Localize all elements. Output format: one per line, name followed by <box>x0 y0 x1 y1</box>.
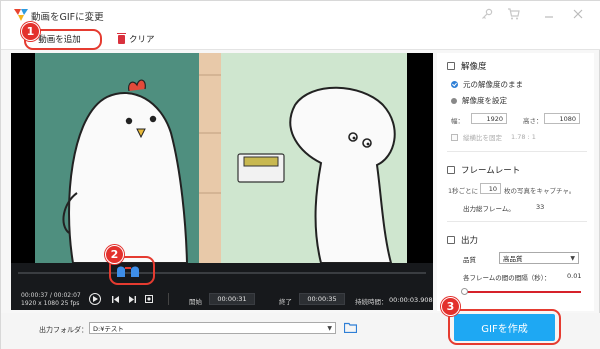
output-folder-select[interactable]: D:¥テスト ▼ <box>89 322 336 334</box>
close-icon[interactable] <box>570 7 586 21</box>
previous-frame-button[interactable] <box>111 295 119 303</box>
divider <box>168 293 169 305</box>
chevron-down-icon: ▼ <box>570 255 575 262</box>
aspect-value: 1.78 : 1 <box>511 133 536 141</box>
key-icon[interactable] <box>479 7 495 21</box>
framerate-title: フレームレート <box>461 166 521 176</box>
fps-suffix: 枚の写真をキャプチャ。 <box>504 187 576 195</box>
height-label: 高さ： <box>523 117 543 125</box>
width-input[interactable]: 1920 <box>471 113 507 124</box>
title-bar: 動画をGIFに変更 <box>1 1 600 28</box>
cart-icon[interactable] <box>505 7 521 21</box>
interval-value: 0.01 <box>567 272 582 280</box>
set-resolution-radio[interactable]: 解像度を設定 <box>451 95 507 106</box>
divider <box>447 221 587 222</box>
quality-label: 品質 <box>463 256 476 264</box>
skip-forward-icon <box>128 295 136 303</box>
divider <box>447 151 587 152</box>
app-logo-icon <box>14 9 28 21</box>
create-gif-button[interactable]: GIFを作成 <box>454 314 555 341</box>
video-frame-illustration <box>11 53 433 263</box>
camera-icon <box>144 294 153 303</box>
resolution-section-title: 解像度 <box>447 60 487 72</box>
minimize-icon[interactable] <box>541 7 557 21</box>
play-icon <box>93 296 98 302</box>
framerate-section-title: フレームレート <box>447 164 520 176</box>
trash-icon <box>117 32 126 44</box>
player-controls: 00:00:37 / 00:02:07 1920 x 1080 25 fps 開… <box>11 263 433 310</box>
output-icon <box>447 236 455 244</box>
time-display: 00:00:37 / 00:02:07 <box>21 292 81 299</box>
interval-slider-knob[interactable] <box>461 288 468 295</box>
start-time-input[interactable]: 00:00:31 <box>209 293 255 305</box>
film-icon <box>447 166 455 174</box>
callout-badge-2: 2 <box>105 245 124 264</box>
fps-prefix: 1秒ごとに <box>448 187 479 195</box>
window-title: 動画をGIFに変更 <box>31 12 104 23</box>
clear-button[interactable]: クリア <box>117 32 155 46</box>
quality-value: 高品質 <box>503 255 523 263</box>
output-section-title: 出力 <box>447 234 478 246</box>
total-frames-value: 33 <box>536 203 545 211</box>
keep-original-label: 元の解像度のまま <box>463 80 523 89</box>
app-window: 動画をGIFに変更 + 動画を追加 クリア 1 <box>0 0 600 349</box>
start-label: 開始 <box>189 298 202 306</box>
lock-aspect-checkbox[interactable]: 縦横比を固定 1.78 : 1 <box>451 132 536 142</box>
interval-label: 各フレームの間の間隔（秒）： <box>463 274 551 282</box>
chevron-down-icon: ▼ <box>327 325 332 332</box>
set-resolution-label: 解像度を設定 <box>462 96 507 105</box>
quality-select[interactable]: 高品質 ▼ <box>499 252 579 264</box>
snapshot-button[interactable] <box>144 294 153 303</box>
duration-value: 00:00:03.908 <box>389 296 433 304</box>
keep-original-radio[interactable]: 元の解像度のまま <box>451 79 523 90</box>
clear-label: クリア <box>129 35 155 45</box>
height-input[interactable]: 1080 <box>544 113 580 124</box>
folder-icon[interactable] <box>344 322 357 333</box>
interval-slider-fill <box>465 291 581 293</box>
width-label: 幅： <box>451 117 464 125</box>
video-info: 1920 x 1080 25 fps <box>21 300 80 307</box>
checkbox-icon <box>451 133 458 141</box>
settings-panel: 解像度 元の解像度のまま 解像度を設定 幅： 1920 高さ： 1080 縦横比… <box>437 53 594 311</box>
play-button[interactable] <box>89 293 101 305</box>
radio-unselected-icon <box>451 97 457 104</box>
fps-input[interactable]: 10 <box>480 183 501 194</box>
skip-back-icon <box>111 295 119 303</box>
output-title: 出力 <box>461 236 479 246</box>
total-frames-label: 出力総フレーム。 <box>463 205 515 213</box>
radio-selected-icon <box>451 81 458 88</box>
resolution-title: 解像度 <box>461 62 487 72</box>
timeline-track[interactable] <box>18 272 426 274</box>
output-folder-label: 出力フォルダ： <box>39 326 88 334</box>
end-time-input[interactable]: 00:00:35 <box>299 293 345 305</box>
aspect-label: 縦横比を固定 <box>463 134 502 142</box>
video-preview <box>11 53 433 263</box>
callout-badge-3: 3 <box>441 297 460 316</box>
callout-badge-1: 1 <box>21 22 40 41</box>
next-frame-button[interactable] <box>128 295 136 303</box>
end-label: 終了 <box>279 298 292 306</box>
resize-icon <box>447 62 455 70</box>
output-folder-value: D:¥テスト <box>93 325 124 333</box>
duration-label: 持続時間： <box>355 298 388 306</box>
